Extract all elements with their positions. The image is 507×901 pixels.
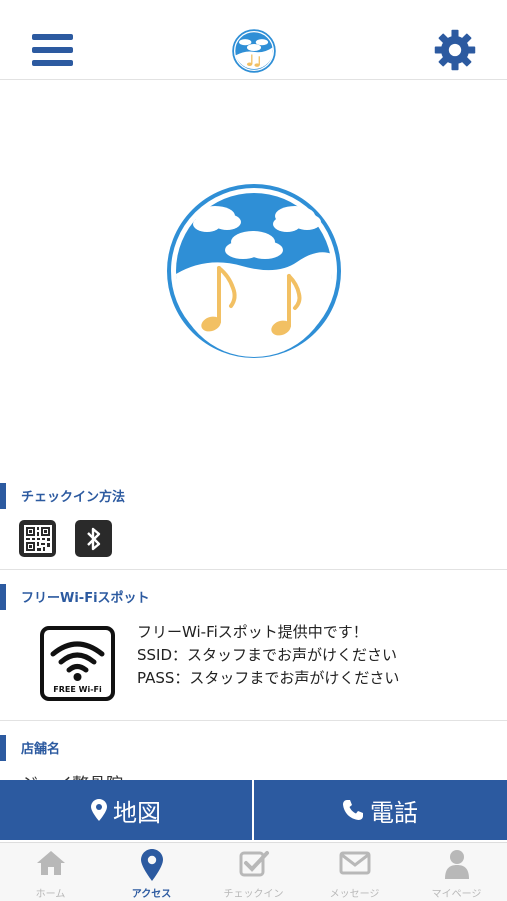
user-icon <box>444 850 469 879</box>
map-pin-icon <box>140 849 163 881</box>
wifi-description: フリーWi-Fiスポット提供中です！ SSID：スタッフまでお声がけください P… <box>137 623 400 687</box>
bluetooth-icon[interactable] <box>75 520 112 557</box>
tab-home[interactable]: ホーム <box>0 843 101 901</box>
gear-icon[interactable] <box>433 28 477 72</box>
hero-logo <box>167 184 341 358</box>
hamburger-menu-icon[interactable] <box>32 34 73 70</box>
wifi-section-title: フリーWi-Fiスポット <box>0 584 507 610</box>
app-header <box>0 0 507 80</box>
map-pin-icon <box>91 799 107 821</box>
tab-access[interactable]: アクセス <box>101 843 202 901</box>
wifi-icon <box>50 641 105 681</box>
tab-message[interactable]: メッセージ <box>304 843 405 901</box>
free-wifi-badge: FREE Wi-Fi <box>40 626 115 701</box>
mail-icon <box>339 851 370 875</box>
home-icon <box>36 851 65 875</box>
action-bar: 地図 電話 <box>0 780 507 840</box>
tab-checkin[interactable]: チェックイン <box>203 843 304 901</box>
app-logo <box>232 29 276 73</box>
phone-button[interactable]: 電話 <box>254 780 506 840</box>
checkin-icon <box>239 851 269 877</box>
tab-mypage[interactable]: マイページ <box>406 843 507 901</box>
checkin-section-title: チェックイン方法 <box>0 483 507 509</box>
bottom-tab-bar: ホーム アクセス チェックイン メッセージ マイページ <box>0 842 507 901</box>
qr-code-icon[interactable] <box>19 520 56 557</box>
phone-icon <box>343 800 363 820</box>
map-button[interactable]: 地図 <box>0 780 252 840</box>
store-section-title: 店舗名 <box>0 735 507 761</box>
